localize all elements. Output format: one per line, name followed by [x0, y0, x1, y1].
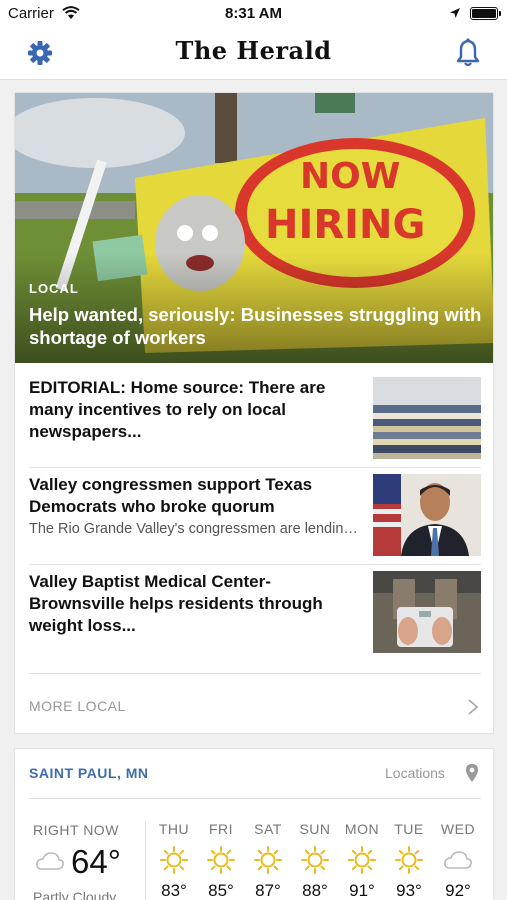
forecast-day: TUE 93°	[386, 821, 432, 900]
location-arrow-icon	[449, 6, 461, 23]
sun-icon	[159, 845, 189, 875]
svg-text:NOW: NOW	[300, 156, 400, 197]
forecast-day-name: SAT	[254, 821, 282, 837]
forecast-day-name: TUE	[394, 821, 424, 837]
bell-icon[interactable]	[454, 38, 482, 73]
current-condition: Partly Cloudy	[33, 889, 117, 900]
map-pin-icon[interactable]	[465, 763, 479, 788]
story-title[interactable]: EDITORIAL: Home source: There are many i…	[29, 377, 359, 443]
newspaper-stack-photo	[373, 377, 481, 459]
sun-icon	[394, 845, 424, 875]
cloud-icon	[443, 845, 473, 875]
sun-icon	[300, 845, 330, 875]
battery-icon	[470, 7, 501, 20]
forecast-day-name: MON	[344, 821, 380, 837]
right-now-label: RIGHT NOW	[33, 822, 119, 838]
story-item[interactable]: Valley congressmen support Texas Democra…	[29, 474, 481, 564]
forecast-temp: 92°	[445, 881, 471, 900]
local-news-card: NOW HIRING LOCAL Help wanted, seriously:…	[14, 92, 494, 734]
forecast-temp: 83°	[161, 881, 187, 900]
cloud-icon	[35, 851, 65, 876]
more-local-link[interactable]: MORE LOCAL	[29, 696, 481, 718]
forecast-day: WED 92°	[435, 821, 481, 900]
forecast-day: MON 91°	[339, 821, 385, 900]
forecast-day: THU 83°	[151, 821, 197, 900]
section-kicker: LOCAL	[29, 281, 79, 296]
weather-city: SAINT PAUL, MN	[29, 765, 149, 781]
forecast-temp: 87°	[255, 881, 281, 900]
app-logo: The Herald	[175, 36, 332, 65]
app-header: The Herald	[0, 28, 507, 80]
sun-icon	[206, 845, 236, 875]
divider	[29, 798, 481, 799]
weather-card: SAINT PAUL, MN Locations RIGHT NOW 64° P…	[14, 748, 494, 900]
forecast-day-name: THU	[158, 821, 190, 837]
featured-headline[interactable]: Help wanted, seriously: Businesses strug…	[29, 303, 484, 349]
clock: 8:31 AM	[225, 5, 282, 22]
forecast-temp: 93°	[396, 881, 422, 900]
status-bar: Carrier 8:31 AM	[0, 0, 507, 28]
story-item[interactable]: Valley Baptist Medical Center-Brownsvill…	[29, 571, 481, 661]
forecast-temp: 88°	[302, 881, 328, 900]
sun-icon	[347, 845, 377, 875]
bathroom-scale-photo	[373, 571, 481, 653]
divider	[145, 821, 146, 900]
forecast-day-name: SUN	[299, 821, 331, 837]
forecast-day: FRI 85°	[198, 821, 244, 900]
sun-icon	[253, 845, 283, 875]
divider	[29, 673, 481, 674]
story-summary: The Rio Grande Valley's congressmen are …	[29, 521, 361, 537]
forecast-day: SAT 87°	[245, 821, 291, 900]
forecast-day-name: FRI	[208, 821, 234, 837]
forecast-day: SUN 88°	[292, 821, 338, 900]
forecast-day-name: WED	[440, 821, 476, 837]
svg-text:HIRING: HIRING	[265, 202, 425, 248]
forecast-temp: 85°	[208, 881, 234, 900]
chevron-right-icon	[467, 698, 479, 721]
divider	[29, 467, 481, 468]
story-title[interactable]: Valley congressmen support Texas Democra…	[29, 474, 359, 518]
current-temperature: 64°	[71, 843, 121, 880]
locations-button[interactable]: Locations	[385, 765, 445, 781]
more-local-label: MORE LOCAL	[29, 698, 126, 714]
featured-story[interactable]: NOW HIRING LOCAL Help wanted, seriously:…	[15, 93, 493, 363]
story-item[interactable]: EDITORIAL: Home source: There are many i…	[29, 377, 481, 467]
forecast-temp: 91°	[349, 881, 375, 900]
story-title[interactable]: Valley Baptist Medical Center-Brownsvill…	[29, 571, 359, 637]
divider	[29, 564, 481, 565]
congressman-portrait-photo	[373, 474, 481, 556]
